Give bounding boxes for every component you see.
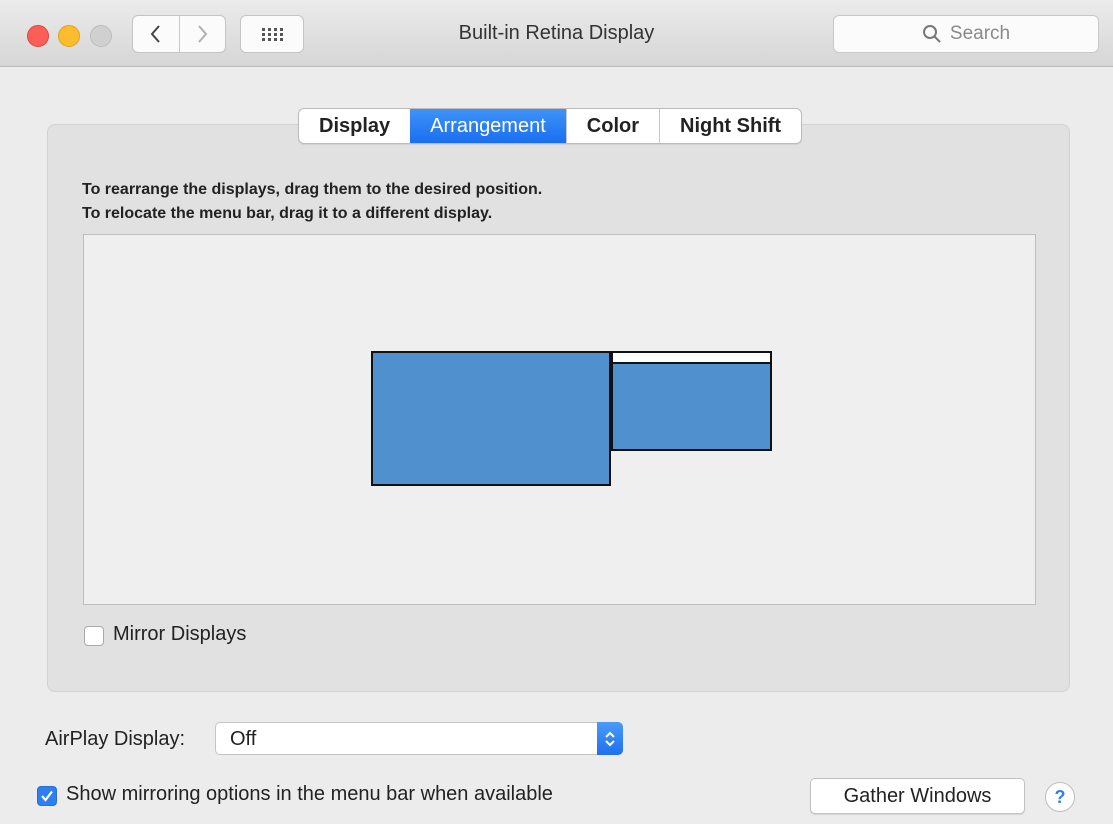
select-arrows-icon [597,722,623,755]
mirror-displays-label: Mirror Displays [113,623,247,645]
tab-arrangement[interactable]: Arrangement [410,109,566,143]
show-mirroring-checkbox[interactable] [37,786,57,806]
search-placeholder: Search [949,23,1011,44]
airplay-display-label: AirPlay Display: [45,728,186,750]
help-button[interactable]: ? [1045,782,1075,812]
tab-color[interactable]: Color [565,109,659,143]
search-icon [922,25,941,43]
arrangement-instructions: To rearrange the displays, drag them to … [82,178,542,226]
tab-display[interactable]: Display [299,109,410,143]
gather-windows-button[interactable]: Gather Windows [810,778,1025,814]
tab-bar: Display Arrangement Color Night Shift [298,108,803,144]
display-arrangement-area [83,234,1036,605]
instruction-line-1: To rearrange the displays, drag them to … [82,181,543,198]
display-built-in[interactable] [371,351,611,486]
instruction-line-2: To relocate the menu bar, drag it to a d… [82,205,493,222]
show-mirroring-label: Show mirroring options in the menu bar w… [66,783,553,805]
tab-night-shift[interactable]: Night Shift [659,109,801,143]
menu-bar-indicator[interactable] [613,353,770,364]
checkmark-icon [41,790,53,802]
display-secondary[interactable] [611,351,772,451]
search-field[interactable]: Search [833,15,1099,53]
airplay-display-value: Off [230,728,257,750]
airplay-display-select[interactable]: Off [215,722,623,755]
title-bar: Built-in Retina Display Search [0,0,1113,67]
mirror-displays-checkbox[interactable] [84,626,104,646]
